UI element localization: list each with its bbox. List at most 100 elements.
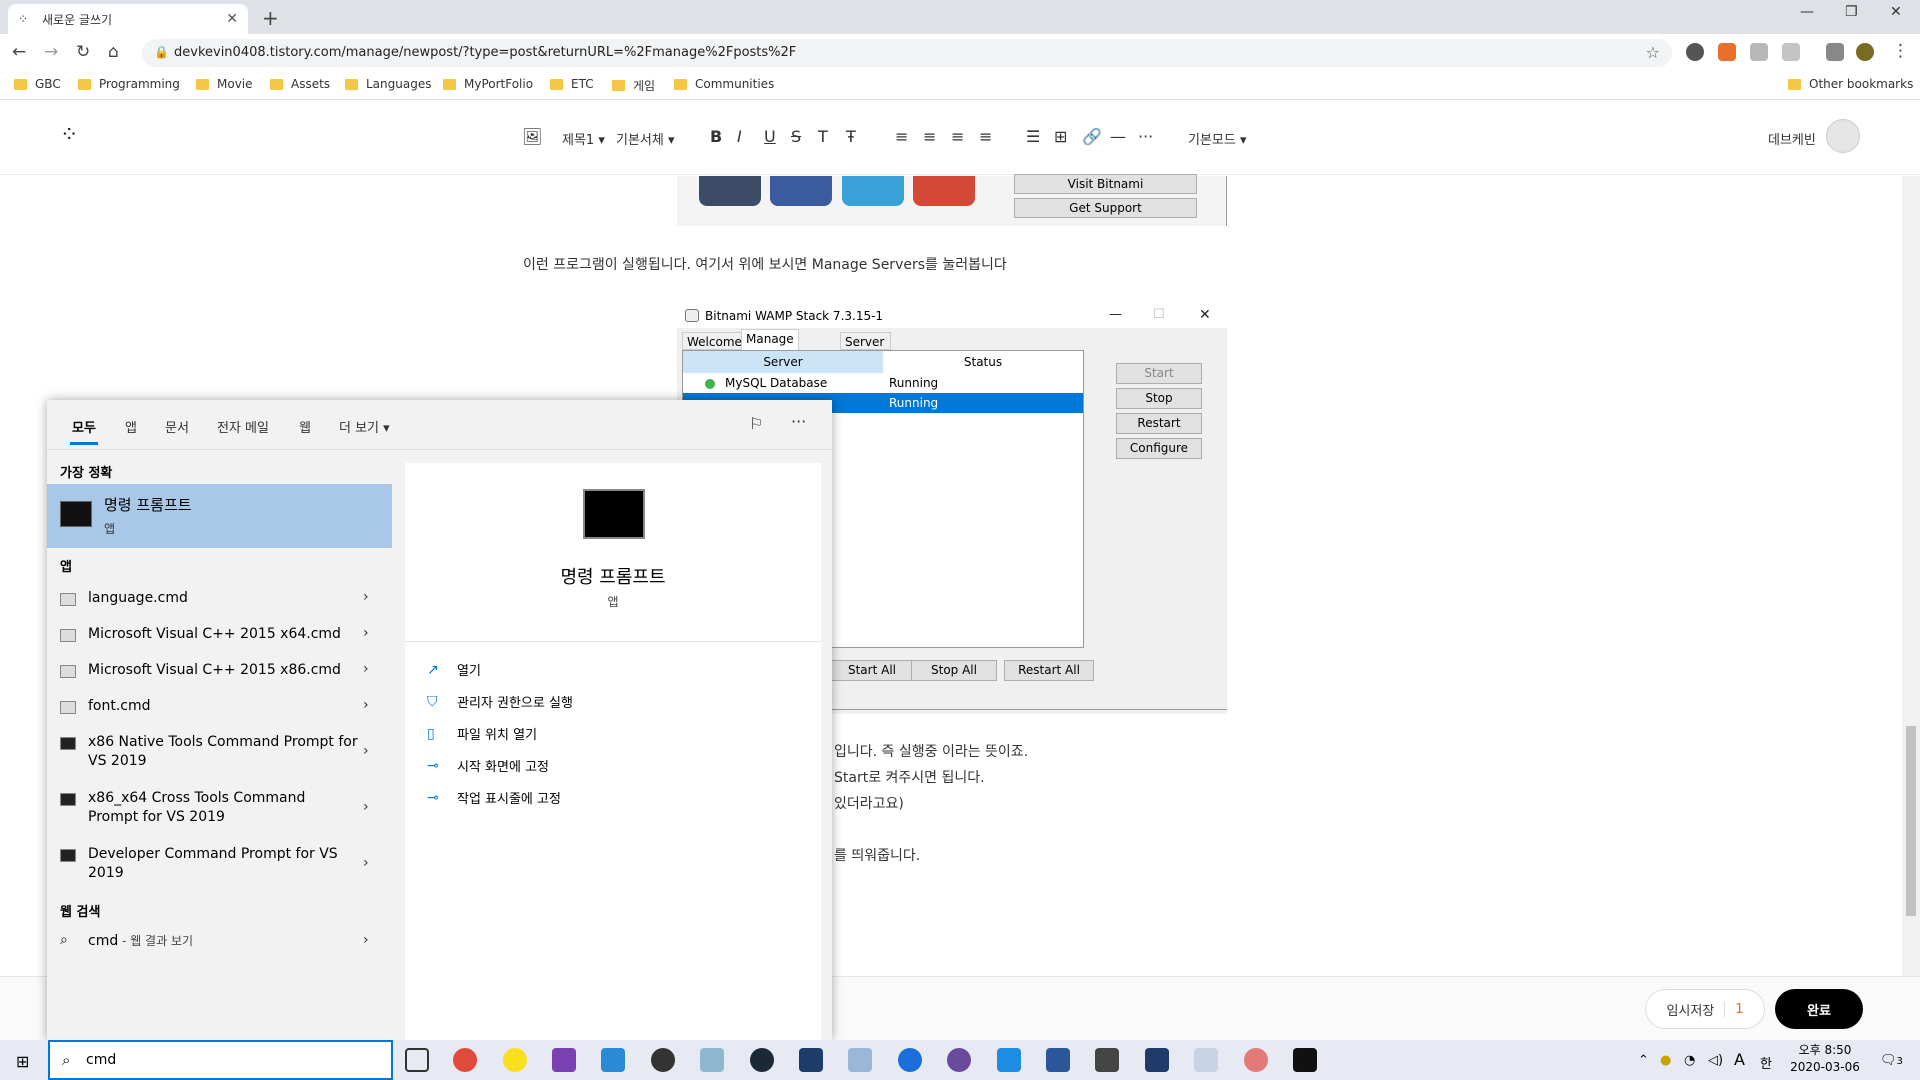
extension-icon[interactable] — [1718, 43, 1736, 61]
extension-icon[interactable] — [1686, 43, 1704, 61]
scrollbar-thumb[interactable] — [1906, 726, 1916, 916]
action-open[interactable]: ↗ 열기 — [427, 660, 481, 680]
tab-apps[interactable]: 앱 — [125, 417, 137, 436]
task-view-icon[interactable] — [405, 1048, 429, 1072]
chevron-right-icon[interactable]: › — [363, 589, 369, 605]
bookmark-folder[interactable]: MyPortFolio — [443, 77, 533, 91]
list-item[interactable]: Microsoft Visual C++ 2015 x64.cmd › — [47, 625, 392, 647]
horizontal-rule-icon[interactable]: — — [1110, 127, 1126, 146]
bookmark-folder[interactable]: 게임 — [612, 77, 655, 94]
list-item[interactable]: language.cmd › — [47, 589, 392, 611]
extension-icon[interactable] — [1782, 43, 1800, 61]
link-icon[interactable]: 🔗 — [1082, 127, 1102, 146]
temp-save-button[interactable]: 임시저장 1 — [1645, 989, 1765, 1029]
bookmark-folder[interactable]: GBC — [14, 77, 61, 91]
ime-korean[interactable]: 한 — [1760, 1053, 1772, 1072]
network-icon[interactable]: ◔ — [1684, 1053, 1695, 1068]
extension-icon[interactable] — [1750, 43, 1768, 61]
bookmark-folder[interactable]: Languages — [345, 77, 431, 91]
more-options-icon[interactable]: ··· — [791, 412, 806, 431]
strikethrough-icon[interactable]: S — [791, 127, 801, 146]
action-pin-to-taskbar[interactable]: ⊸ 작업 표시줄에 고정 — [427, 788, 561, 808]
app-icon[interactable] — [700, 1048, 724, 1072]
app-icon[interactable] — [1244, 1048, 1268, 1072]
visual-studio-icon[interactable] — [552, 1048, 576, 1072]
tab-email[interactable]: 전자 메일 — [217, 417, 269, 436]
action-pin-to-start[interactable]: ⊸ 시작 화면에 고정 — [427, 756, 549, 776]
bookmark-folder[interactable]: Movie — [196, 77, 253, 91]
teamviewer-icon[interactable] — [997, 1048, 1021, 1072]
tistory-logo-icon[interactable]: ⁘ — [60, 123, 78, 148]
other-bookmarks[interactable]: Other bookmarks — [1788, 77, 1913, 91]
browser-tab[interactable]: ⁘ 새로운 글쓰기 ✕ — [8, 4, 248, 34]
reload-icon[interactable]: ↻ — [76, 42, 90, 62]
windows-start-icon[interactable]: ⊞ — [16, 1052, 29, 1071]
close-window-icon[interactable]: ✕ — [1890, 4, 1902, 20]
list-item[interactable]: Microsoft Visual C++ 2015 x86.cmd › — [47, 661, 392, 683]
back-icon[interactable]: ← — [12, 42, 26, 62]
font-select[interactable]: 기본서체 ▾ — [616, 129, 675, 148]
more-icon[interactable]: ··· — [1138, 127, 1153, 146]
feedback-icon[interactable]: ⚐ — [749, 414, 763, 433]
list-item[interactable]: x86 Native Tools Command Prompt for VS 2… — [47, 733, 392, 773]
close-tab-icon[interactable]: ✕ — [226, 11, 238, 27]
tab-all[interactable]: 모두 — [70, 417, 98, 445]
web-search-item[interactable]: ⌕ cmd - 웹 결과 보기 › — [47, 932, 392, 954]
file-explorer-icon[interactable] — [848, 1048, 872, 1072]
bookmark-star-icon[interactable]: ☆ — [1646, 43, 1660, 62]
action-open-file-location[interactable]: ▯ 파일 위치 열기 — [427, 724, 537, 744]
align-justify-icon[interactable]: ≡ — [979, 127, 992, 146]
bookmark-folder[interactable]: ETC — [550, 77, 594, 91]
unreal-engine-icon[interactable] — [651, 1048, 675, 1072]
kakaotalk-tray-icon[interactable]: ● — [1660, 1053, 1671, 1068]
image-insert-icon[interactable]: 🖼 — [522, 127, 542, 146]
list-icon[interactable]: ☰ — [1026, 127, 1040, 146]
vscode-icon[interactable] — [601, 1048, 625, 1072]
minimize-icon[interactable]: — — [1800, 4, 1814, 20]
italic-icon[interactable]: I — [737, 127, 742, 146]
align-center-icon[interactable]: ≡ — [923, 127, 936, 146]
address-bar[interactable]: 🔒 devkevin0408.tistory.com/manage/newpos… — [142, 39, 1672, 67]
tray-chevron-up-icon[interactable]: ⌃ — [1638, 1053, 1649, 1068]
bitnami-manager-icon[interactable] — [1194, 1048, 1218, 1072]
reading-list-icon[interactable] — [1826, 43, 1844, 61]
underline-icon[interactable]: U — [764, 127, 776, 146]
ime-mode-icon[interactable]: A — [1734, 1050, 1745, 1069]
chevron-right-icon[interactable]: › — [363, 743, 369, 759]
new-tab-icon[interactable]: + — [262, 6, 279, 30]
bookmark-folder[interactable]: Programming — [78, 77, 180, 91]
list-item[interactable]: Developer Command Prompt for VS 2019 › — [47, 845, 392, 885]
volume-icon[interactable]: ◁) — [1708, 1053, 1723, 1068]
profile-avatar-icon[interactable] — [1856, 43, 1874, 61]
bold-icon[interactable]: B — [710, 127, 722, 146]
list-item[interactable]: x86_x64 Cross Tools Command Prompt for V… — [47, 789, 392, 829]
heading-select[interactable]: 제목1 ▾ — [562, 129, 605, 148]
app-icon[interactable] — [947, 1048, 971, 1072]
word-icon[interactable] — [1046, 1048, 1070, 1072]
steam-icon[interactable] — [750, 1048, 774, 1072]
text-background-icon[interactable]: Ŧ — [846, 127, 856, 146]
table-icon[interactable]: ⊞ — [1054, 127, 1067, 146]
chrome-icon[interactable] — [453, 1048, 477, 1072]
app-icon[interactable] — [799, 1048, 823, 1072]
list-item[interactable]: font.cmd › — [47, 697, 392, 719]
chevron-right-icon[interactable]: › — [363, 625, 369, 641]
kakaotalk-icon[interactable] — [503, 1048, 527, 1072]
tab-web[interactable]: 웹 — [299, 417, 311, 436]
chevron-right-icon[interactable]: › — [363, 799, 369, 815]
align-right-icon[interactable]: ≡ — [951, 127, 964, 146]
calculator-icon[interactable] — [1095, 1048, 1119, 1072]
forward-icon[interactable]: → — [44, 42, 58, 62]
avatar[interactable] — [1826, 119, 1860, 153]
command-prompt-icon[interactable] — [1293, 1048, 1317, 1072]
menu-kebab-icon[interactable]: ⋮ — [1892, 41, 1909, 61]
notification-icon[interactable]: 🗨3 — [1880, 1053, 1903, 1068]
restore-icon[interactable]: ❐ — [1845, 4, 1858, 20]
tab-documents[interactable]: 문서 — [165, 417, 189, 436]
maps-icon[interactable] — [898, 1048, 922, 1072]
system-clock[interactable]: 오후 8:50 2020-03-06 — [1790, 1042, 1860, 1076]
taskbar-search-input[interactable]: ⌕ cmd — [48, 1040, 393, 1080]
best-match-item[interactable]: 명령 프롬프트 앱 — [47, 484, 392, 548]
chevron-right-icon[interactable]: › — [363, 855, 369, 871]
done-button[interactable]: 완료 — [1775, 989, 1863, 1029]
